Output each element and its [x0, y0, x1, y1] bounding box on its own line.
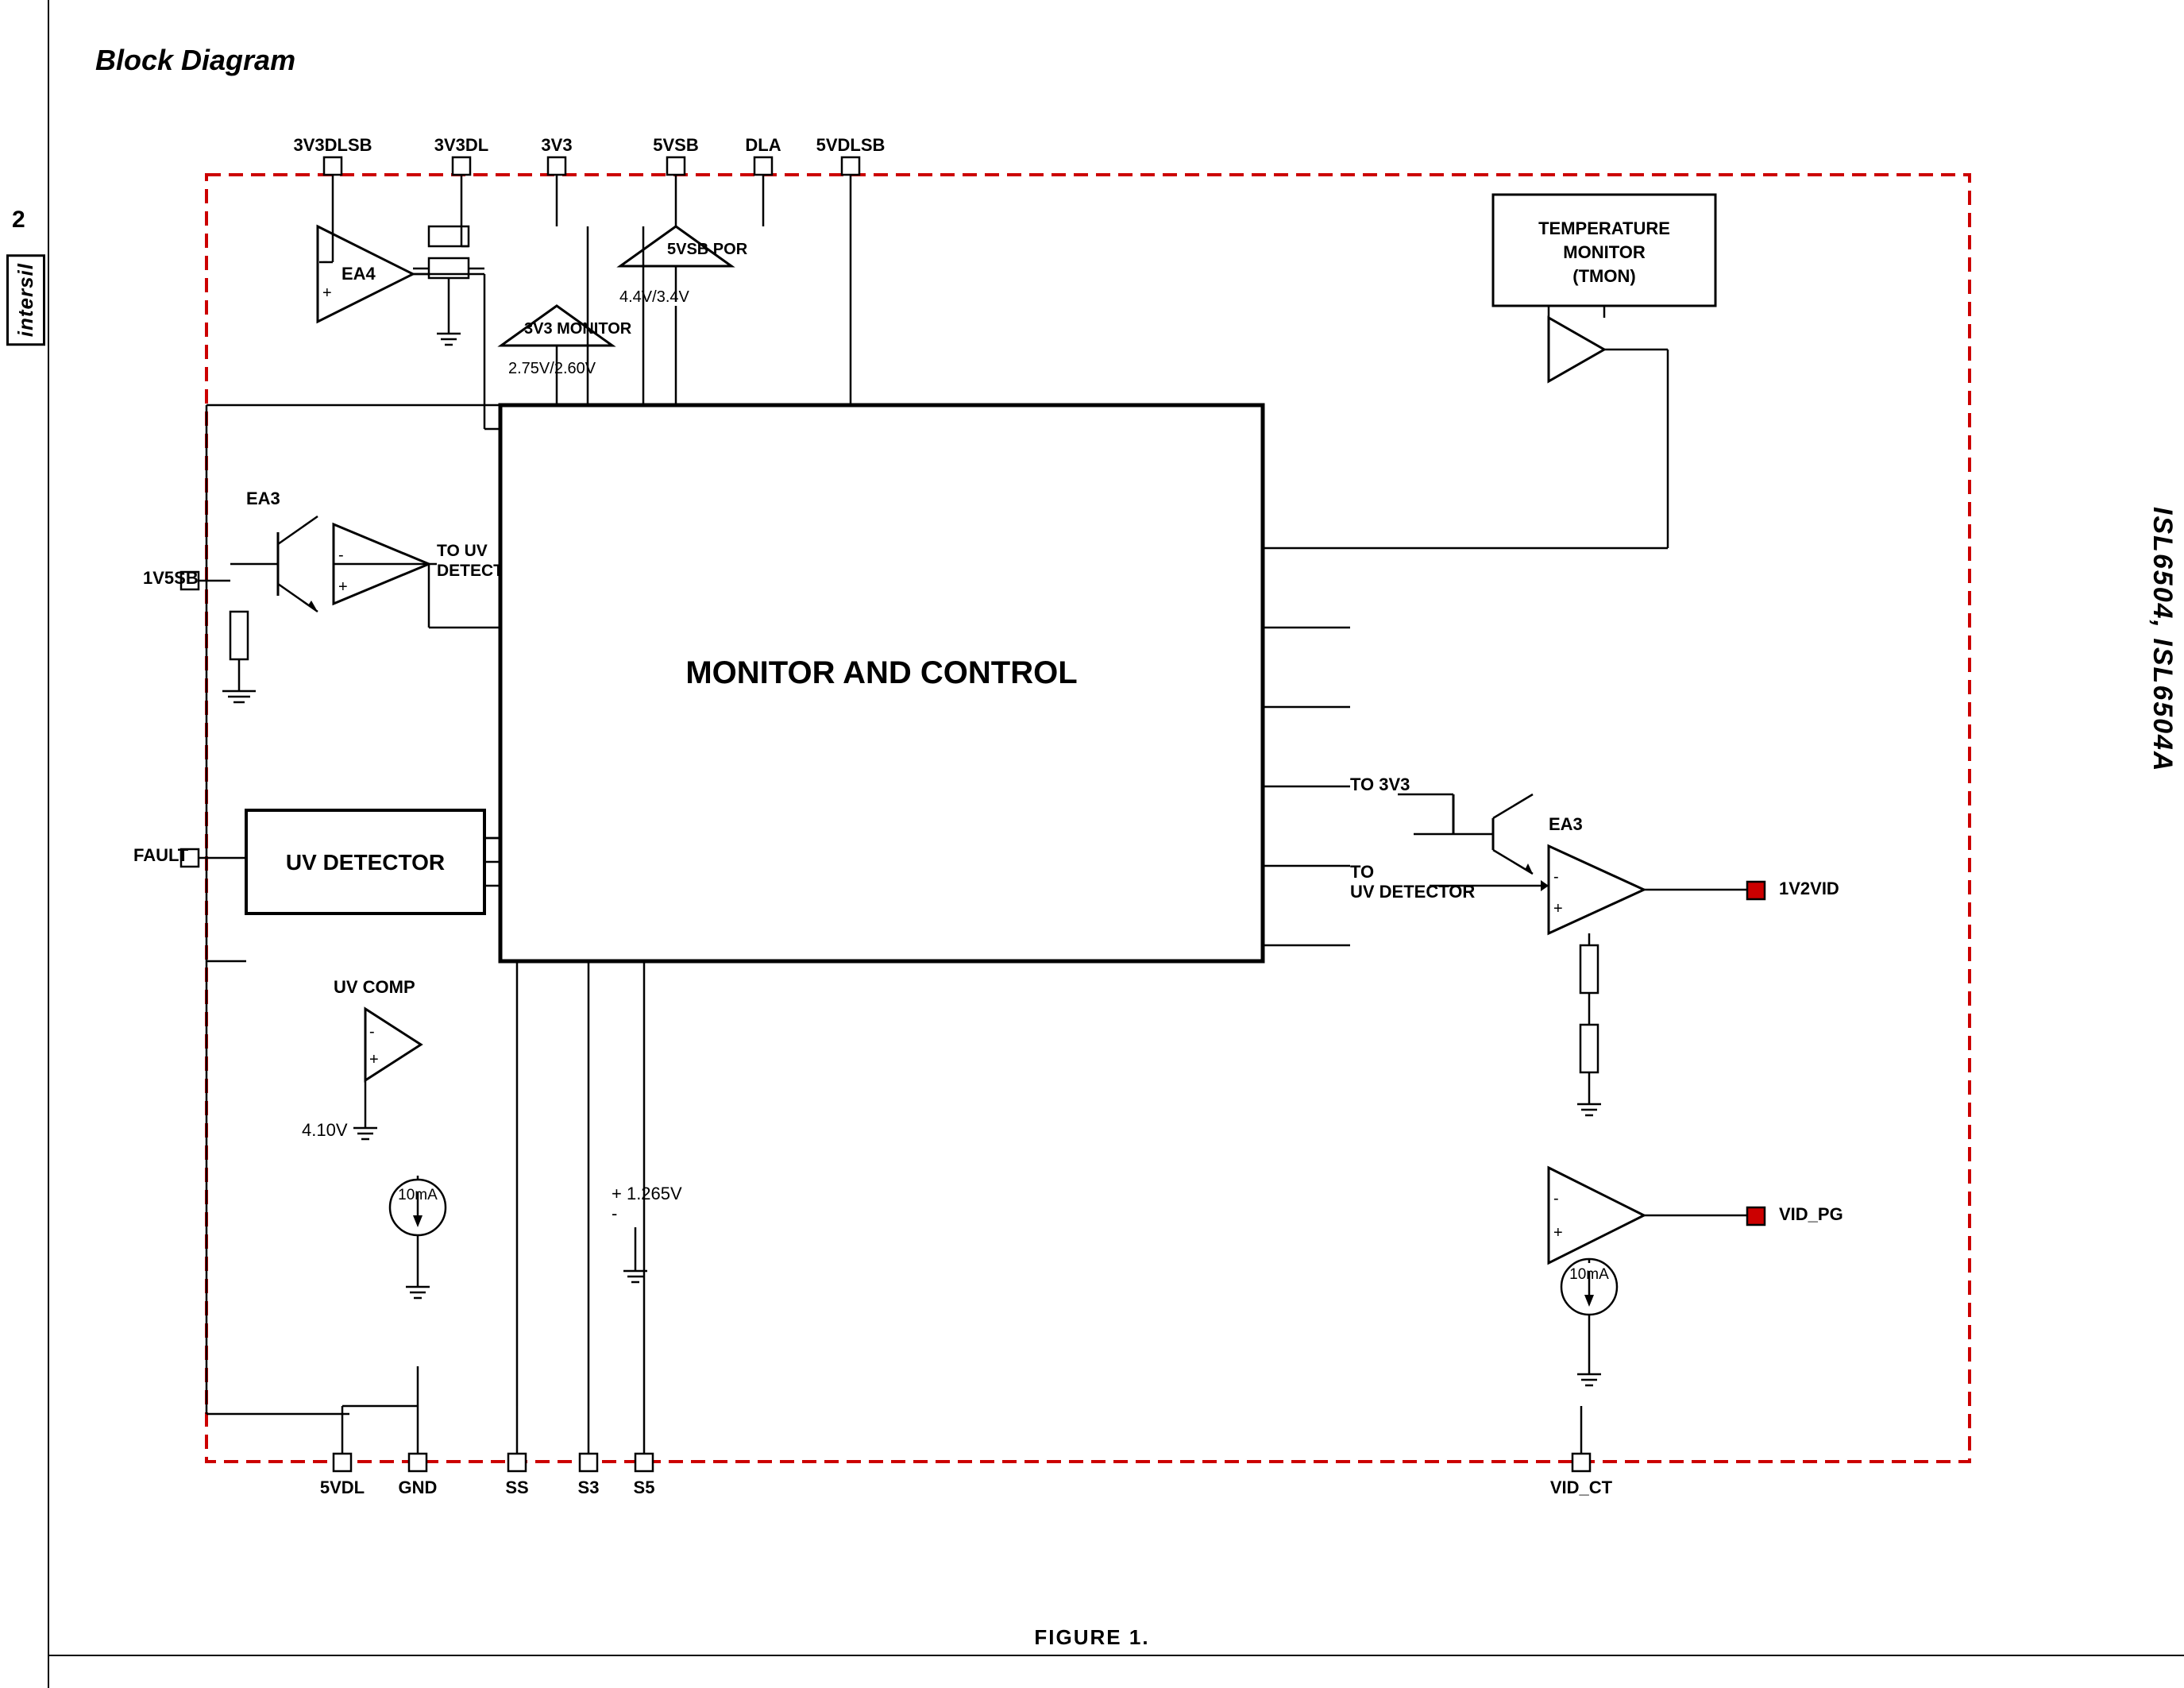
svg-text:EA3: EA3: [246, 489, 280, 508]
svg-text:GND: GND: [399, 1477, 438, 1497]
svg-text:3V3DL: 3V3DL: [434, 135, 488, 155]
svg-text:MONITOR AND CONTROL: MONITOR AND CONTROL: [685, 655, 1077, 690]
svg-text:UV DETECTOR: UV DETECTOR: [286, 850, 445, 875]
chip-name-label: ISL6504, ISL6504A: [2147, 507, 2178, 773]
svg-text:EA3: EA3: [1549, 814, 1583, 834]
block-diagram-svg: 3V3DLSB 3V3DL 3V3 5VSB DLA 5VDLSB EA4 - …: [64, 71, 2113, 1620]
svg-text:+: +: [338, 578, 348, 596]
svg-text:(TMON): (TMON): [1572, 266, 1635, 286]
intersil-logo: intersil: [6, 254, 45, 346]
svg-text:MONITOR: MONITOR: [1563, 242, 1646, 262]
svg-text:VID_PG: VID_PG: [1779, 1204, 1843, 1224]
svg-text:-: -: [338, 547, 344, 564]
svg-text:EA4: EA4: [341, 264, 376, 284]
svg-text:TO 3V3: TO 3V3: [1350, 774, 1410, 794]
svg-text:4.4V/3.4V: 4.4V/3.4V: [619, 288, 690, 306]
svg-text:TO: TO: [1350, 862, 1374, 882]
page-border-left: [48, 0, 49, 1688]
svg-text:4.10V: 4.10V: [302, 1120, 348, 1140]
svg-text:VID_CT: VID_CT: [1550, 1477, 1613, 1497]
svg-text:5VSB POR: 5VSB POR: [667, 241, 748, 258]
page-border-bottom: [48, 1655, 2184, 1656]
svg-text:3V3DLSB: 3V3DLSB: [293, 135, 372, 155]
svg-text:1V2VID: 1V2VID: [1779, 879, 1839, 898]
svg-text:-: -: [369, 1023, 375, 1041]
page-number: 2: [12, 207, 25, 234]
svg-text:5VSB: 5VSB: [653, 135, 698, 155]
svg-text:+ 1.265V: + 1.265V: [612, 1184, 682, 1203]
svg-text:+: +: [322, 284, 332, 302]
svg-text:+: +: [1553, 900, 1563, 917]
svg-text:2.75V/2.60V: 2.75V/2.60V: [508, 360, 596, 377]
svg-text:5VDLSB: 5VDLSB: [816, 135, 886, 155]
svg-text:-: -: [612, 1203, 617, 1223]
svg-text:3V3 MONITOR: 3V3 MONITOR: [524, 320, 632, 338]
svg-text:5VDL: 5VDL: [320, 1477, 365, 1497]
svg-text:-: -: [1553, 868, 1559, 886]
svg-text:TO UV: TO UV: [437, 542, 488, 560]
svg-text:S3: S3: [578, 1477, 600, 1497]
svg-text:3V3: 3V3: [541, 135, 572, 155]
svg-text:FAULT: FAULT: [133, 845, 189, 865]
svg-text:DLA: DLA: [745, 135, 781, 155]
svg-text:+: +: [1553, 1224, 1563, 1242]
svg-text:TEMPERATURE: TEMPERATURE: [1538, 218, 1670, 238]
figure-caption: FIGURE 1.: [1034, 1625, 1149, 1650]
svg-text:+: +: [369, 1051, 379, 1068]
svg-text:-: -: [1553, 1190, 1559, 1207]
svg-text:1V5SB: 1V5SB: [143, 568, 199, 588]
svg-text:SS: SS: [505, 1477, 528, 1497]
svg-text:S5: S5: [634, 1477, 655, 1497]
svg-text:UV COMP: UV COMP: [334, 977, 415, 997]
